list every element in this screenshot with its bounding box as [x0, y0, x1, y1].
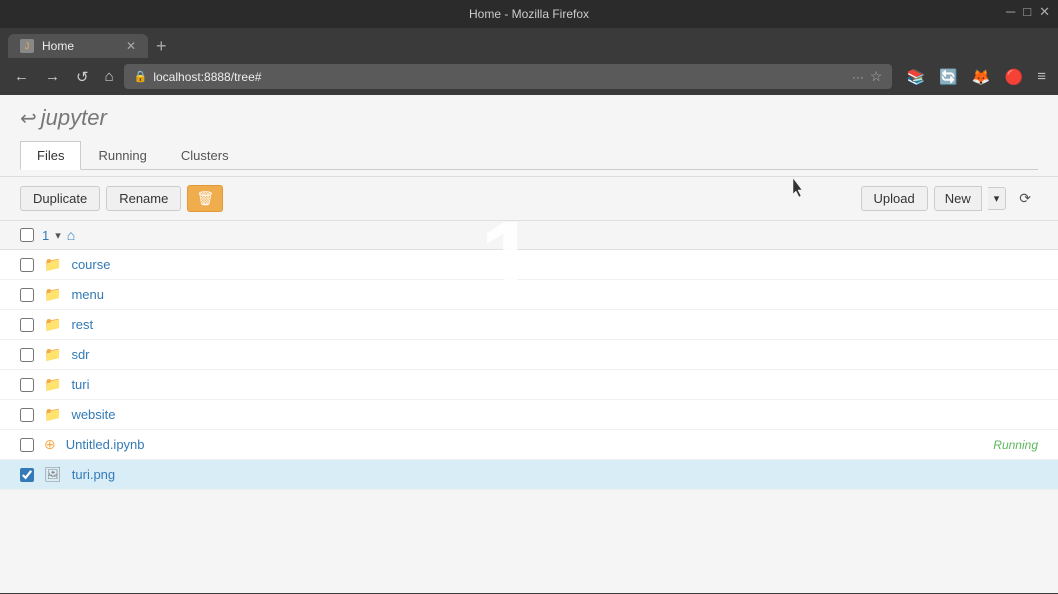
file-checkbox[interactable] — [20, 408, 34, 422]
active-tab[interactable]: J Home ✕ — [8, 34, 148, 58]
maximize-btn[interactable]: □ — [1023, 4, 1031, 20]
url-text: localhost:8888/tree# — [153, 70, 846, 84]
jupyter-header: ↩ jupyter Files Running Clusters — [0, 95, 1058, 177]
list-item: 🖼 turi.png — [0, 460, 1058, 490]
new-tab-button[interactable]: + — [148, 36, 175, 57]
folder-icon: 📁 — [44, 376, 61, 393]
tab-title: Home — [42, 39, 74, 53]
list-item: 📁 rest — [0, 310, 1058, 340]
tab-close-button[interactable]: ✕ — [126, 39, 136, 53]
list-item: 📁 menu — [0, 280, 1058, 310]
window-title: Home - Mozilla Firefox — [469, 7, 589, 21]
firefox-button[interactable]: 🦊 — [968, 66, 995, 88]
list-item: 📁 website — [0, 400, 1058, 430]
file-name[interactable]: sdr — [71, 347, 1038, 362]
file-name[interactable]: turi.png — [72, 467, 1038, 482]
main-tabs: Files Running Clusters — [20, 141, 1038, 170]
tab-bar: J Home ✕ + — [8, 34, 1050, 58]
reload-button[interactable]: ↺ — [70, 65, 95, 89]
toolbar-right: Upload New ▾ ⟳ — [861, 185, 1038, 212]
folder-icon: 📁 — [44, 286, 61, 303]
list-item: 📁 turi — [0, 370, 1058, 400]
file-name[interactable]: website — [71, 407, 1038, 422]
tab-favicon: J — [20, 39, 34, 53]
file-checkbox[interactable] — [20, 468, 34, 482]
folder-icon: 📁 — [44, 256, 61, 273]
back-button[interactable]: ← — [8, 65, 35, 88]
file-name[interactable]: rest — [71, 317, 1038, 332]
duplicate-button[interactable]: Duplicate — [20, 186, 100, 211]
file-checkbox[interactable] — [20, 288, 34, 302]
nav-extras: 📚 🔄 🦊 🔴 ≡ — [902, 66, 1050, 88]
new-button[interactable]: New — [934, 186, 982, 211]
notebook-icon: ⊕ — [44, 436, 56, 453]
breadcrumb-row: 1 ▾ ⌂ — [0, 221, 1058, 250]
forward-button[interactable]: → — [39, 65, 66, 88]
nav-bar: ← → ↺ ⌂ 🔒 localhost:8888/tree# ··· ☆ 📚 🔄… — [8, 64, 1050, 89]
file-name[interactable]: course — [71, 257, 1038, 272]
addons-button[interactable]: 🔴 — [1001, 66, 1028, 88]
upload-button[interactable]: Upload — [861, 186, 928, 211]
move-to-trash-button[interactable]: 🗑 — [187, 185, 223, 212]
menu-button[interactable]: ≡ — [1033, 66, 1050, 87]
breadcrumb-arrow: ▾ — [55, 229, 61, 242]
rename-button[interactable]: Rename — [106, 186, 181, 211]
new-button-caret[interactable]: ▾ — [988, 187, 1007, 210]
file-checkbox[interactable] — [20, 258, 34, 272]
file-list-area: 1 ▾ ⌂ 📁 course 📁 menu 📁 rest 📁 — [0, 221, 1058, 490]
file-name[interactable]: menu — [71, 287, 1038, 302]
refresh-button[interactable]: ⟳ — [1012, 185, 1038, 212]
select-all-checkbox[interactable] — [20, 228, 34, 242]
jupyter-logo: ↩ jupyter — [20, 105, 1038, 131]
list-item: ⊕ Untitled.ipynb Running — [0, 430, 1058, 460]
tab-files[interactable]: Files — [20, 141, 81, 170]
toolbar-left: Duplicate Rename 🗑 — [20, 185, 223, 212]
running-badge: Running — [993, 438, 1038, 452]
file-checkbox[interactable] — [20, 378, 34, 392]
file-checkbox[interactable] — [20, 348, 34, 362]
bookmark-icon[interactable]: ☆ — [870, 68, 883, 85]
list-item: 📁 course — [0, 250, 1058, 280]
breadcrumb-home-icon[interactable]: ⌂ — [67, 227, 75, 243]
breadcrumb-number[interactable]: 1 — [42, 228, 49, 243]
list-item: 📁 sdr — [0, 340, 1058, 370]
jupyter-logo-icon: ↩ — [20, 106, 37, 131]
file-name[interactable]: Untitled.ipynb — [66, 437, 984, 452]
tab-running[interactable]: Running — [81, 141, 163, 169]
file-checkbox[interactable] — [20, 438, 34, 452]
sync-button[interactable]: 🔄 — [935, 66, 962, 88]
folder-icon: 📁 — [44, 406, 61, 423]
minimize-btn[interactable]: ─ — [1006, 4, 1015, 20]
image-icon: 🖼 — [44, 466, 62, 483]
address-bar[interactable]: 🔒 localhost:8888/tree# ··· ☆ — [124, 64, 893, 89]
page-content: ↩ jupyter Files Running Clusters Duplica… — [0, 95, 1058, 593]
tab-clusters[interactable]: Clusters — [164, 141, 246, 169]
folder-icon: 📁 — [44, 316, 61, 333]
browser-chrome: J Home ✕ + ← → ↺ ⌂ 🔒 localhost:8888/tree… — [0, 28, 1058, 95]
file-toolbar: Duplicate Rename 🗑 Upload New ▾ ⟳ — [0, 177, 1058, 221]
lock-icon: 🔒 — [134, 70, 148, 83]
more-options-icon[interactable]: ··· — [852, 70, 864, 84]
title-bar: Home - Mozilla Firefox ─ □ ✕ — [0, 0, 1058, 28]
file-checkbox[interactable] — [20, 318, 34, 332]
close-btn[interactable]: ✕ — [1039, 4, 1050, 20]
home-button[interactable]: ⌂ — [99, 65, 120, 88]
file-name[interactable]: turi — [71, 377, 1038, 392]
history-button[interactable]: 📚 — [902, 66, 929, 88]
jupyter-logo-text: jupyter — [41, 105, 107, 131]
folder-icon: 📁 — [44, 346, 61, 363]
